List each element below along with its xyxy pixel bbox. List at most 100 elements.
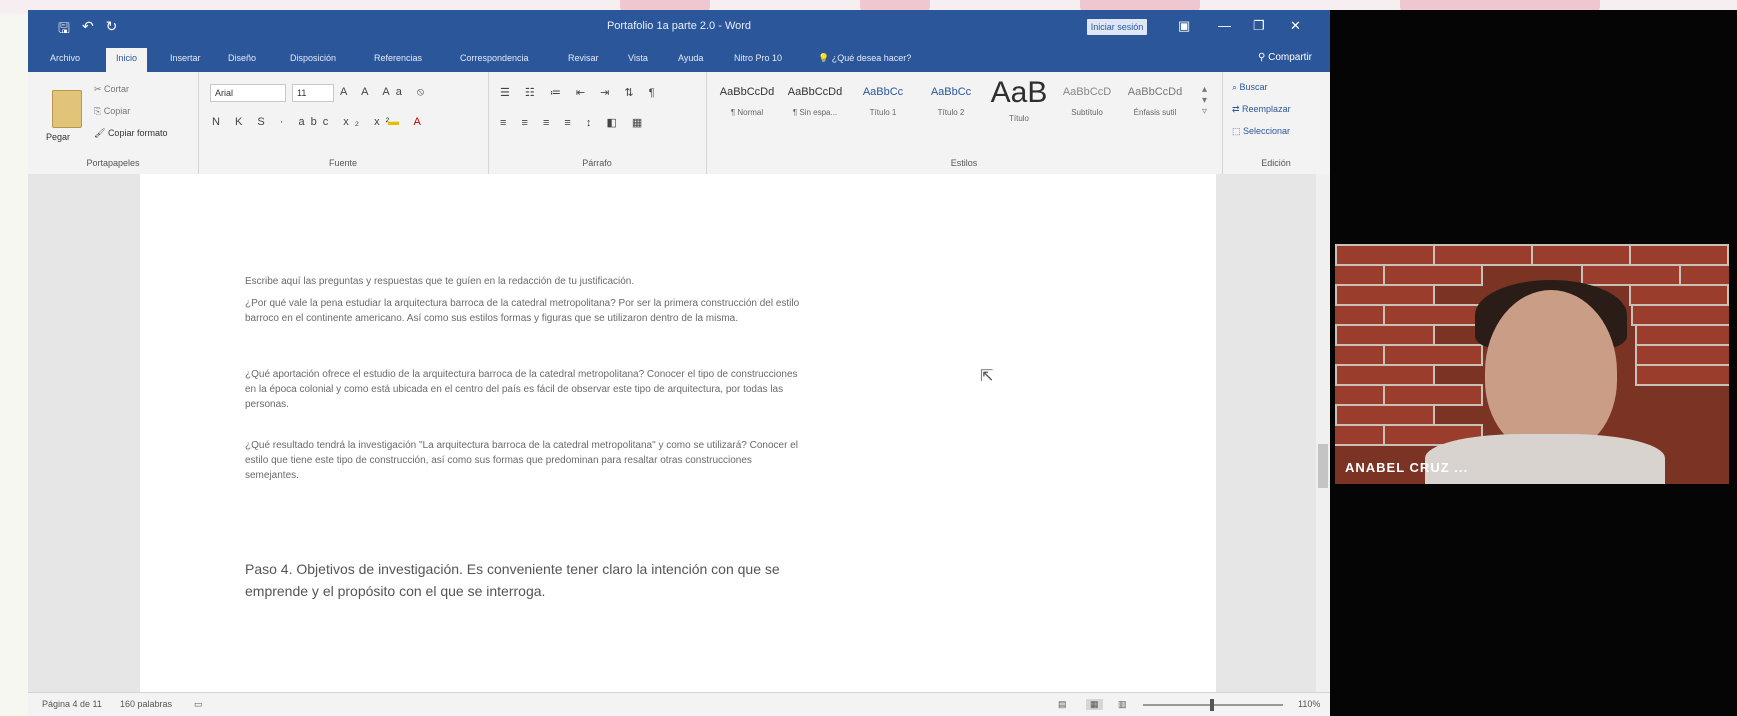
text-color-buttons[interactable]: ▬ A [388, 116, 427, 128]
style-no-spacing[interactable]: AaBbCcDd ¶ Sin espa... [782, 76, 848, 134]
brick [1635, 344, 1729, 366]
page-count[interactable]: Página 4 de 11 [42, 699, 102, 709]
font-size-controls[interactable]: A A Aa ⦸ [340, 86, 430, 99]
font-color-icon: A [413, 116, 427, 128]
brick [1531, 244, 1631, 266]
brick [1383, 264, 1483, 286]
tab-vista[interactable]: Vista [628, 53, 648, 63]
style-sample: AaBbCcDd [787, 86, 843, 98]
document-paragraph: ¿Por qué vale la pena estudiar la arquit… [245, 298, 800, 324]
tab-inicio[interactable]: Inicio [106, 48, 148, 72]
style-name: Título 2 [937, 108, 965, 117]
align-buttons[interactable]: ≡ ≡ ≡ ≡ ↕ ◧ ▦ [500, 116, 648, 129]
find-button[interactable]: ⌕ Buscar [1232, 82, 1268, 93]
style-name: ¶ Sin espa... [792, 108, 838, 117]
web-layout-icon[interactable]: ▥ [1118, 699, 1127, 710]
select-label: Seleccionar [1243, 126, 1291, 136]
clipboard-group: Pegar ✂ Cortar ⎘ Copiar 🖌 Copiar formato… [28, 72, 199, 174]
style-subtitle[interactable]: AaBbCcD Subtítulo [1054, 76, 1120, 134]
brush-icon: 🖌 [94, 128, 108, 138]
brick [1335, 384, 1385, 406]
share-button[interactable]: ⚲ Compartir [1258, 52, 1312, 63]
maximize-icon[interactable]: ❐ [1253, 18, 1265, 34]
font-group: Arial 11 A A Aa ⦸ N K S · abc x₂ x² ▬ A … [198, 72, 489, 174]
font-label: Fuente [328, 158, 358, 168]
brick [1335, 404, 1435, 426]
brick [1383, 344, 1483, 366]
brick [1335, 364, 1435, 386]
brick [1335, 324, 1435, 346]
document-paragraph: ¿Qué resultado tendrá la investigación "… [245, 440, 798, 481]
style-name: Título 1 [869, 108, 897, 117]
tab-insertar[interactable]: Insertar [170, 53, 201, 63]
font-name-box[interactable]: Arial [210, 84, 286, 102]
brick [1335, 344, 1385, 366]
cut-button[interactable]: ✂ Cortar [94, 84, 129, 95]
style-title[interactable]: AaB Título [986, 76, 1052, 134]
print-layout-icon[interactable]: ▦ [1086, 699, 1103, 710]
style-normal[interactable]: AaBbCcDd ¶ Normal [714, 76, 780, 134]
format-painter-label: Copiar formato [107, 128, 168, 138]
ribbon: Pegar ✂ Cortar ⎘ Copiar 🖌 Copiar formato… [28, 72, 1330, 175]
style-subtle-emphasis[interactable]: AaBbCcDd Énfasis sutil [1122, 76, 1188, 134]
style-heading-1[interactable]: AaBbCc Título 1 [850, 76, 916, 134]
zoom-level[interactable]: 110% [1298, 699, 1320, 709]
tab-diseno[interactable]: Diseño [228, 53, 256, 63]
word-count[interactable]: 160 palabras [120, 699, 172, 709]
styles-scroll-icon[interactable]: ▴ ▾ ▿ [1202, 84, 1207, 117]
list-buttons[interactable]: ☰ ☷ ≔ ⇤ ⇥ ⇅ ¶ [500, 86, 661, 99]
copy-button[interactable]: ⎘ Copiar [94, 106, 130, 117]
paste-button[interactable]: Pegar [46, 132, 70, 142]
brick [1629, 284, 1729, 306]
editing-label: Edición [1261, 158, 1291, 168]
tab-ayuda[interactable]: Ayuda [678, 53, 703, 63]
brick [1383, 304, 1483, 326]
proofing-icon[interactable]: ▭ [194, 699, 203, 710]
status-bar: Página 4 de 11 160 palabras ▭ ▤ ▦ ▥ 110% [28, 692, 1330, 716]
read-mode-icon[interactable]: ▤ [1058, 699, 1067, 710]
brick [1335, 304, 1385, 326]
tab-disposicion[interactable]: Disposición [290, 53, 336, 63]
signin-button[interactable]: Iniciar sesión [1087, 19, 1147, 35]
cut-label: Cortar [104, 84, 130, 94]
style-heading-2[interactable]: AaBbCc Título 2 [918, 76, 984, 134]
brick [1679, 264, 1729, 286]
person-face [1485, 290, 1617, 454]
tell-me-label: ¿Qué desea hacer? [831, 53, 912, 63]
document-paragraph: Escribe aquí las preguntas y respuestas … [245, 276, 635, 287]
brick [1631, 304, 1729, 326]
ribbon-tabs: Archivo Inicio Insertar Diseño Disposici… [28, 46, 1330, 72]
minimize-icon[interactable]: — [1218, 18, 1231, 33]
style-sample: AaBbCcDd [719, 86, 775, 98]
tab-correspondencia[interactable]: Correspondencia [460, 53, 529, 63]
tab-nitro[interactable]: Nitro Pro 10 [734, 53, 782, 63]
brick [1433, 244, 1533, 266]
paste-icon[interactable] [52, 90, 82, 128]
replace-label: Reemplazar [1242, 104, 1291, 114]
close-icon[interactable]: ✕ [1290, 18, 1301, 34]
font-size-box[interactable]: 11 [292, 84, 334, 102]
scroll-thumb[interactable] [1318, 444, 1328, 488]
scissors-icon: ✂ [94, 84, 105, 94]
tab-archivo[interactable]: Archivo [50, 53, 80, 63]
replace-button[interactable]: ⇄ Reemplazar [1232, 104, 1291, 115]
tab-referencias[interactable]: Referencias [374, 53, 422, 63]
copy-icon: ⎘ [94, 106, 104, 116]
select-button[interactable]: ⬚ Seleccionar [1232, 126, 1290, 137]
paragraph-group: ☰ ☷ ≔ ⇤ ⇥ ⇅ ¶ ≡ ≡ ≡ ≡ ↕ ◧ ▦ Párrafo [488, 72, 707, 174]
style-name: Subtítulo [1071, 108, 1103, 117]
document-page[interactable]: Escribe aquí las preguntas y respuestas … [140, 174, 1216, 692]
format-painter-button[interactable]: 🖌 Copiar formato [94, 128, 167, 139]
highlight-icon: ▬ [388, 116, 405, 128]
style-name: Énfasis sutil [1133, 108, 1177, 117]
format-buttons[interactable]: N K S · abc x₂ x² [212, 116, 395, 128]
vertical-scrollbar[interactable] [1316, 174, 1330, 692]
person-shirt [1425, 434, 1665, 484]
zoom-thumb[interactable] [1210, 699, 1214, 711]
style-sample: AaBbCcD [1062, 86, 1112, 98]
replace-icon: ⇄ [1232, 104, 1243, 114]
ribbon-display-icon[interactable]: ▣ [1178, 18, 1190, 34]
document-area: Escribe aquí las preguntas y respuestas … [28, 174, 1330, 692]
tab-revisar[interactable]: Revisar [568, 53, 599, 63]
tell-me-search[interactable]: 💡 ¿Qué desea hacer? [818, 53, 911, 64]
